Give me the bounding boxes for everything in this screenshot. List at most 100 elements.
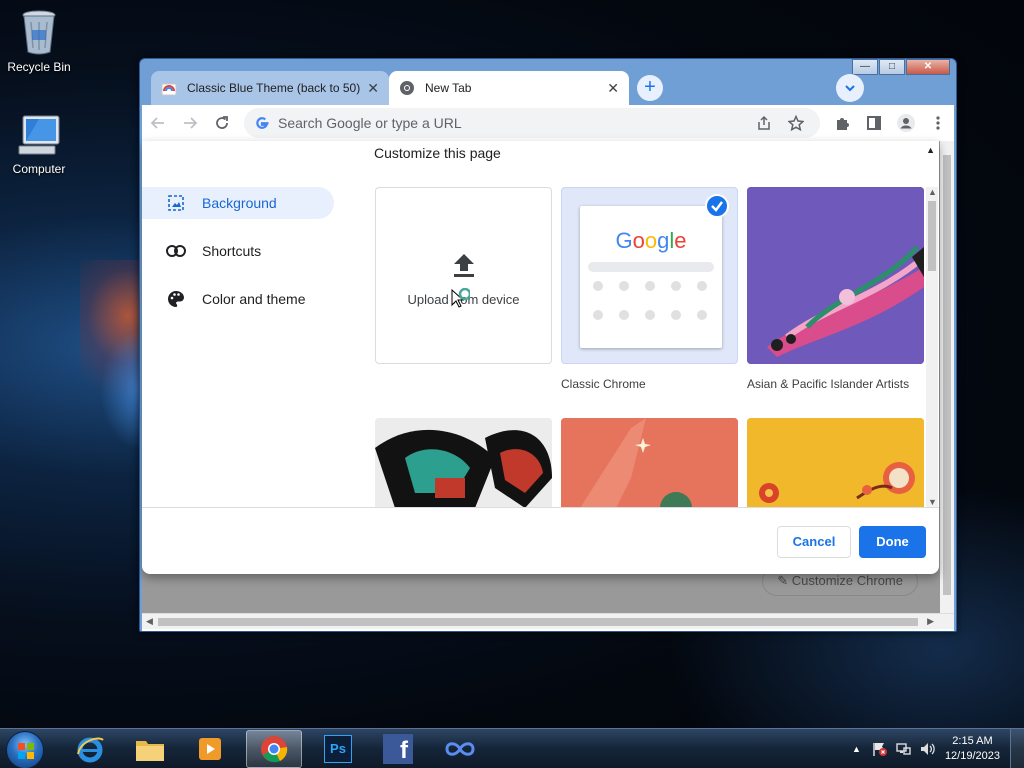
dialog-footer: Cancel Done — [142, 507, 939, 574]
internet-explorer-icon — [77, 737, 104, 763]
scroll-left-icon[interactable]: ◀ — [146, 616, 153, 627]
chrome-icon — [261, 736, 288, 763]
desktop-icon-label: Computer — [12, 162, 66, 176]
page-horizontal-scrollbar[interactable]: ◀ ▶ — [142, 613, 954, 629]
dialog-title: Customize this page — [374, 145, 501, 161]
puzzle-icon — [837, 118, 849, 130]
clock-time: 2:15 AM — [952, 735, 993, 747]
done-button[interactable]: Done — [859, 526, 926, 558]
scroll-up-icon[interactable]: ▲ — [926, 145, 935, 155]
scrollbar-thumb[interactable] — [158, 618, 918, 626]
desktop-icon-recycle-bin[interactable]: Recycle Bin — [0, 8, 78, 74]
google-g-icon — [256, 117, 269, 129]
new-tab-button[interactable]: + — [637, 75, 663, 101]
classic-chrome-label: Classic Chrome — [561, 377, 646, 391]
scrollbar-thumb[interactable] — [943, 155, 951, 595]
volume-icon[interactable] — [919, 741, 935, 757]
customize-dialog: Customize this page ▲ Background Shortcu… — [142, 141, 939, 574]
background-grid: Upload from device Google Classic Chrome… — [375, 187, 925, 507]
page-content: ✎ Customize Chrome ◀ ▶ Customize this pa… — [142, 141, 954, 631]
image-icon — [166, 193, 186, 213]
tab-classic-blue-theme[interactable]: Classic Blue Theme (back to 50) ✕ — [151, 71, 389, 105]
tab-strip: Classic Blue Theme (back to 50) ✕ New Ta… — [148, 71, 948, 105]
taskbar-internet-explorer[interactable] — [62, 730, 118, 768]
scroll-up-icon[interactable]: ▲ — [928, 187, 937, 197]
share-button[interactable] — [748, 107, 780, 139]
page-vertical-scrollbar[interactable] — [940, 141, 954, 613]
show-hidden-icons-icon[interactable]: ▲ — [852, 744, 861, 754]
arrow-left-icon — [150, 117, 164, 129]
kebab-menu-icon — [936, 116, 940, 130]
bookmark-button[interactable] — [780, 107, 812, 139]
nav-item-shortcuts[interactable]: Shortcuts — [142, 235, 334, 267]
star-icon — [788, 115, 804, 131]
forward-button[interactable] — [174, 107, 206, 139]
back-button[interactable] — [142, 107, 174, 139]
classic-chrome-preview: Google — [580, 206, 722, 348]
taskbar-photoshop[interactable]: Ps — [310, 730, 366, 768]
start-button[interactable] — [6, 731, 44, 768]
menu-button[interactable] — [922, 107, 954, 139]
taskbar-chrome[interactable] — [246, 730, 302, 768]
taskbar-media-player[interactable] — [182, 730, 238, 768]
tab-close-icon[interactable]: ✕ — [607, 80, 619, 97]
nav-item-label: Shortcuts — [202, 243, 262, 259]
computer-icon — [18, 115, 60, 155]
tab-label: Classic Blue Theme (back to 50) — [187, 81, 361, 95]
scroll-right-icon[interactable]: ▶ — [927, 616, 934, 627]
customize-nav: Background Shortcuts Color and theme — [142, 187, 334, 331]
side-panel-button[interactable] — [858, 107, 890, 139]
taskbar-infinity-app[interactable] — [432, 730, 488, 768]
cancel-button[interactable]: Cancel — [777, 526, 851, 558]
reload-icon — [216, 116, 228, 129]
facebook-icon: f — [383, 734, 413, 764]
upload-from-device-tile[interactable]: Upload from device — [375, 187, 552, 364]
omnibox-input[interactable] — [278, 115, 748, 131]
windows-logo-icon — [18, 743, 34, 759]
desktop-icon-label: Recycle Bin — [7, 60, 71, 74]
avatar-icon — [897, 114, 915, 132]
arrow-right-icon — [184, 117, 198, 129]
network-icon[interactable] — [895, 741, 911, 757]
chrome-icon — [400, 81, 414, 95]
artwork-thumbnail — [747, 418, 924, 507]
nav-item-color-and-theme[interactable]: Color and theme — [142, 283, 334, 315]
chrome-window: — □ ✕ Classic Blue Theme (back to 50) ✕ … — [139, 58, 957, 632]
asian-pacific-islander-artists-tile[interactable] — [747, 187, 924, 364]
tab-search-button[interactable] — [836, 74, 864, 102]
reload-button[interactable] — [206, 107, 238, 139]
scroll-down-icon[interactable]: ▼ — [928, 497, 937, 507]
background-tile-flowers-art[interactable] — [747, 418, 924, 507]
extensions-button[interactable] — [826, 107, 858, 139]
omnibox[interactable] — [244, 108, 820, 138]
taskbar-facebook[interactable]: f — [370, 730, 426, 768]
system-tray: ▲ 2:15 AM 12/19/2023 — [852, 729, 1024, 768]
taskbar-file-explorer[interactable] — [122, 730, 178, 768]
classic-chrome-tile[interactable]: Google — [561, 187, 738, 364]
show-desktop-button[interactable] — [1010, 729, 1024, 768]
action-center-flag-icon[interactable] — [871, 741, 887, 757]
tab-new-tab[interactable]: New Tab ✕ — [389, 71, 629, 105]
taskbar: Ps f ▲ 2:15 AM 12/19/2023 — [0, 728, 1024, 768]
profile-button[interactable] — [890, 107, 922, 139]
browser-toolbar — [142, 105, 954, 141]
clock-date: 12/19/2023 — [944, 750, 1000, 762]
nav-item-background[interactable]: Background — [142, 187, 334, 219]
chrome-web-store-icon — [161, 83, 177, 96]
nav-item-label: Color and theme — [202, 291, 306, 307]
clock[interactable]: 2:15 AM 12/19/2023 — [945, 734, 1000, 764]
scrollbar-thumb[interactable] — [928, 201, 936, 271]
nav-item-label: Background — [202, 195, 277, 211]
grid-vertical-scrollbar[interactable]: ▲ ▼ — [926, 187, 938, 507]
infinity-icon — [445, 742, 475, 756]
file-explorer-icon — [136, 741, 164, 761]
artwork-thumbnail — [561, 418, 738, 507]
artwork-thumbnail — [747, 187, 924, 364]
background-tile-coral-art[interactable] — [561, 418, 738, 507]
shortcut-dots — [593, 281, 707, 320]
background-tile-tribal-art[interactable] — [375, 418, 552, 507]
asian-pacific-islander-artists-label: Asian & Pacific Islander Artists — [747, 377, 910, 391]
desktop-icon-computer[interactable]: Computer — [0, 114, 78, 176]
recycle-bin-icon — [22, 10, 56, 55]
tab-close-icon[interactable]: ✕ — [367, 80, 379, 97]
